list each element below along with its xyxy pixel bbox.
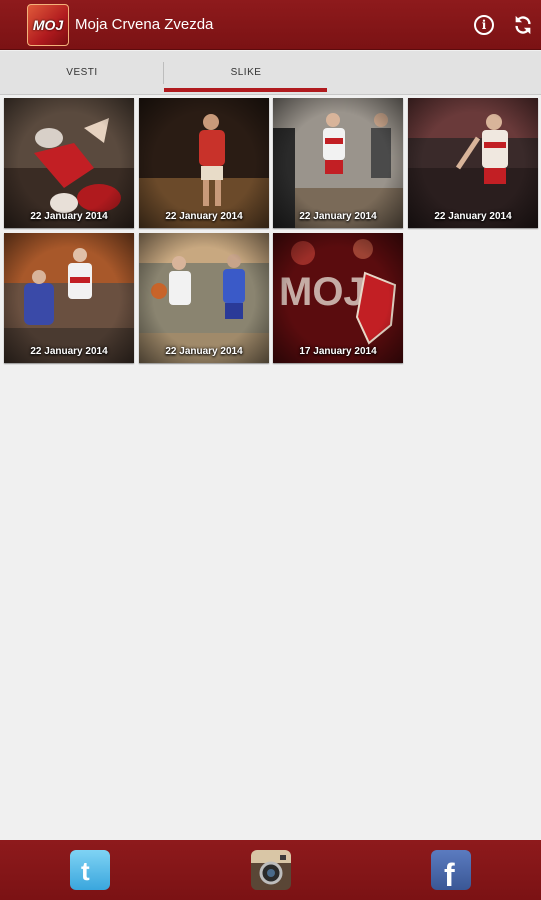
photo-date: 22 January 2014 xyxy=(30,211,108,222)
photo-tile[interactable]: MOJ 17 January 2014 xyxy=(273,233,403,363)
instagram-icon[interactable] xyxy=(251,850,291,890)
svg-text:t: t xyxy=(81,856,90,886)
photo-tile[interactable]: 22 January 2014 xyxy=(139,98,269,228)
facebook-icon[interactable]: f xyxy=(431,850,471,893)
app-title: Moja Crvena Zvezda xyxy=(75,16,214,33)
photo-tile[interactable]: 22 January 2014 xyxy=(4,233,134,363)
action-bar: MOJ Moja Crvena Zvezda i xyxy=(0,0,541,50)
photo-vignette xyxy=(139,233,269,363)
photo-date: 22 January 2014 xyxy=(299,211,377,222)
tab-vesti[interactable]: VESTI xyxy=(0,51,164,94)
photo-tile[interactable]: 22 January 2014 xyxy=(4,98,134,228)
photo-vignette xyxy=(139,98,269,228)
twitter-icon[interactable]: t xyxy=(70,850,110,890)
photo-date: 17 January 2014 xyxy=(299,346,377,357)
refresh-icon[interactable] xyxy=(512,14,534,36)
info-icon[interactable]: i xyxy=(474,15,494,35)
selected-tab-indicator xyxy=(164,88,327,92)
social-bar: t f xyxy=(0,840,541,900)
photo-vignette xyxy=(273,98,403,228)
photo-vignette xyxy=(4,233,134,363)
photo-date: 22 January 2014 xyxy=(434,211,512,222)
app-logo-icon[interactable]: MOJ xyxy=(27,4,69,46)
photo-date: 22 January 2014 xyxy=(165,346,243,357)
photo-tile[interactable]: 22 January 2014 xyxy=(273,98,403,228)
photo-date: 22 January 2014 xyxy=(165,211,243,222)
photo-vignette xyxy=(273,233,403,363)
photo-vignette xyxy=(408,98,538,228)
photo-tile[interactable]: 22 January 2014 xyxy=(408,98,538,228)
svg-text:f: f xyxy=(444,857,455,890)
photo-tile[interactable]: 22 January 2014 xyxy=(139,233,269,363)
photo-date: 22 January 2014 xyxy=(30,346,108,357)
photo-vignette xyxy=(4,98,134,228)
